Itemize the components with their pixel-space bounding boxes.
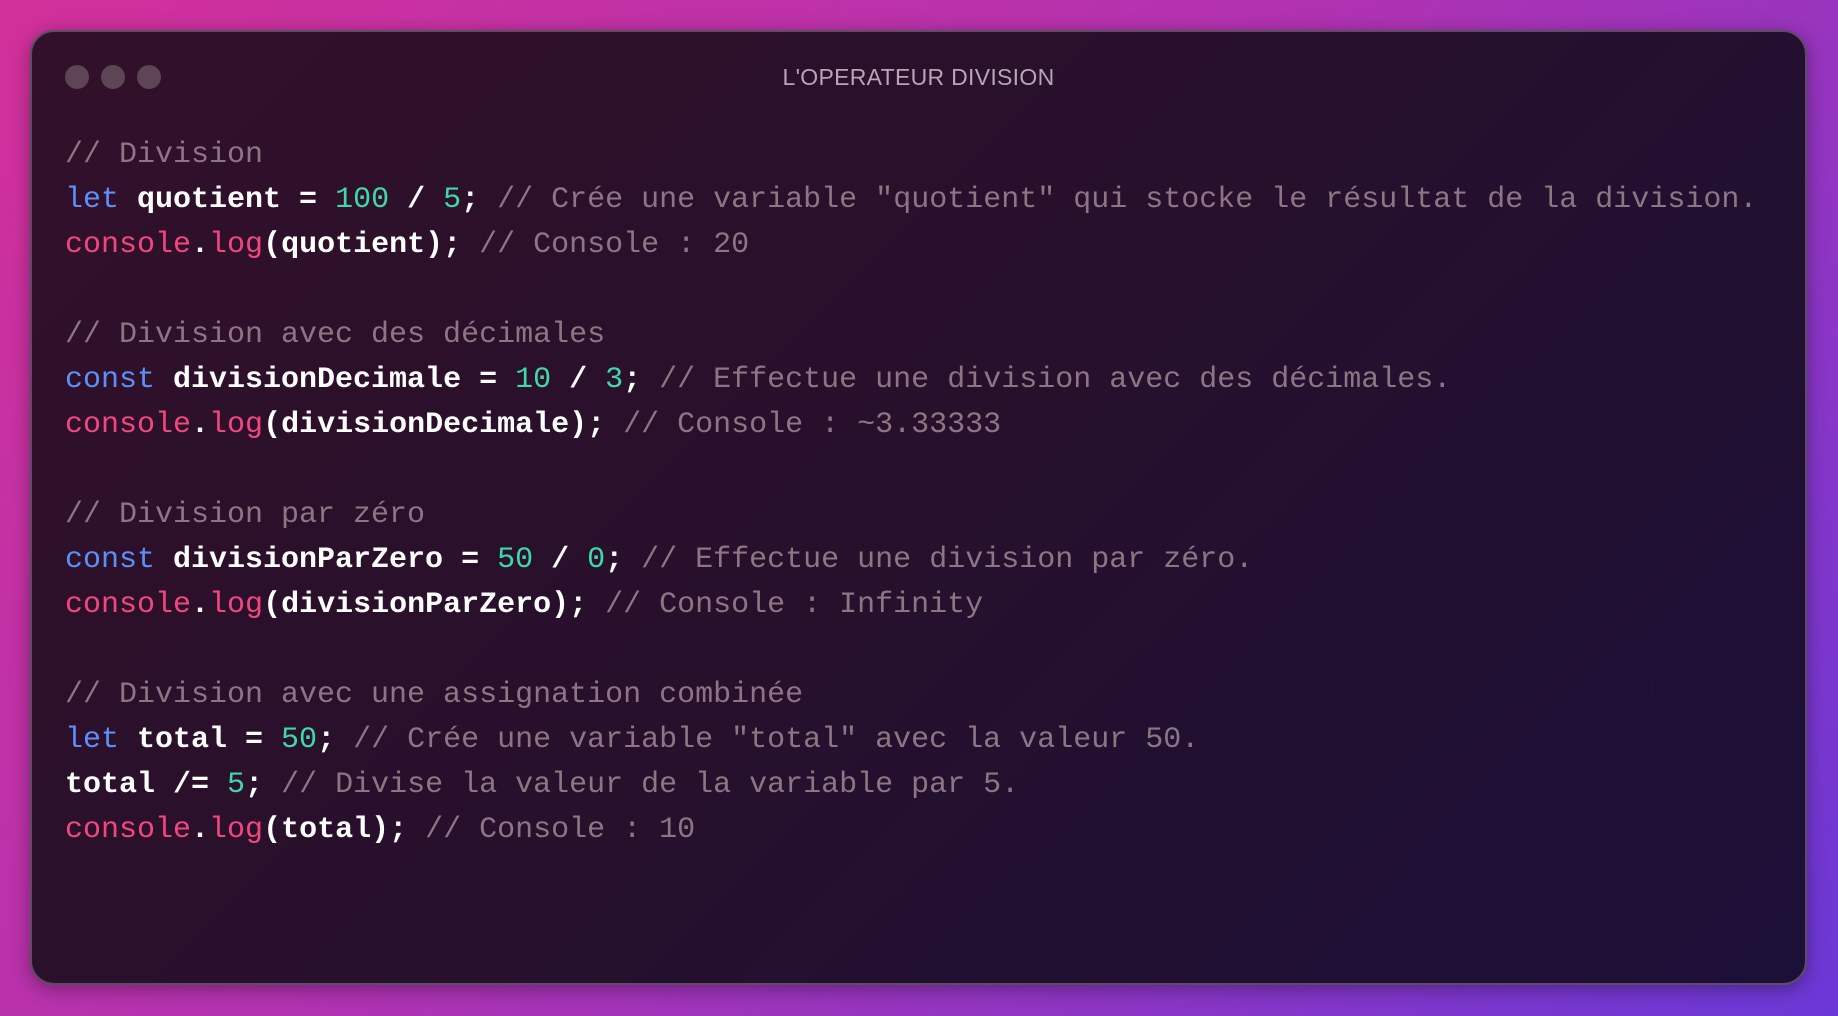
code-line: console.log(divisionParZero); // Console…: [65, 583, 1757, 628]
code-token-pl: ;: [245, 768, 282, 802]
code-token-fn: console: [65, 228, 192, 262]
code-token-fn: log: [209, 228, 264, 262]
code-line: // Division avec des décimales: [65, 313, 1757, 358]
code-token-cm: // Division avec une assignation combiné…: [65, 678, 804, 712]
code-token-num: 3: [605, 363, 624, 397]
code-line: let quotient = 100 / 5; // Crée une vari…: [65, 178, 1757, 223]
code-token-pl: quotient =: [119, 183, 336, 217]
code-line: // Division par zéro: [65, 493, 1757, 538]
code-line: console.log(divisionDecimale); // Consol…: [65, 403, 1757, 448]
code-token-pl: /: [389, 183, 444, 217]
code-line: total /= 5; // Divise la valeur de la va…: [65, 763, 1757, 808]
code-token-pl: (divisionParZero);: [263, 588, 606, 622]
code-token-kw: const: [65, 363, 156, 397]
code-line: const divisionParZero = 50 / 0; // Effec…: [65, 538, 1757, 583]
code-token-num: 50: [497, 543, 534, 577]
code-token-cm: // Division avec des décimales: [65, 318, 606, 352]
code-token-kw: let: [65, 183, 120, 217]
code-token-cm: // Console : 20: [479, 228, 750, 262]
code-line: let total = 50; // Crée une variable "to…: [65, 718, 1757, 763]
code-token-fn: console: [65, 408, 192, 442]
code-token-cm: // Divise la valeur de la variable par 5…: [281, 768, 1020, 802]
code-line: const divisionDecimale = 10 / 3; // Effe…: [65, 358, 1757, 403]
code-token-pl: ;: [317, 723, 354, 757]
code-token-fn: console: [65, 813, 192, 847]
code-token-fn: log: [209, 813, 264, 847]
code-line: // Division: [65, 133, 1757, 178]
code-token-pl: /: [533, 543, 588, 577]
code-token-pl: (total);: [263, 813, 426, 847]
code-token-pl: ;: [605, 543, 642, 577]
code-token-pl: .: [191, 408, 210, 442]
code-token-pl: total =: [119, 723, 282, 757]
code-token-cm: // Crée une variable "quotient" qui stoc…: [497, 183, 1758, 217]
code-token-num: 50: [281, 723, 318, 757]
code-token-fn: log: [209, 408, 264, 442]
code-window: L'OPERATEUR DIVISION // Division let quot…: [30, 30, 1807, 985]
code-token-cm: // Effectue une division avec des décima…: [659, 363, 1452, 397]
code-token-cm: // Console : Infinity: [605, 588, 984, 622]
code-token-cm: // Division par zéro: [65, 498, 426, 532]
code-token-cm: // Effectue une division par zéro.: [641, 543, 1254, 577]
code-token-pl: .: [191, 228, 210, 262]
code-token-kw: const: [65, 543, 156, 577]
code-token-pl: ;: [623, 363, 660, 397]
code-block: // Division let quotient = 100 / 5; // Cr…: [65, 133, 1757, 853]
code-token-cm: // Console : 10: [425, 813, 696, 847]
code-line: console.log(quotient); // Console : 20: [65, 223, 1757, 268]
code-token-cm: // Console : ~3.33333: [623, 408, 1002, 442]
window-title: L'OPERATEUR DIVISION: [782, 64, 1055, 90]
code-token-pl: /: [551, 363, 606, 397]
code-token-num: 5: [443, 183, 462, 217]
code-token-cm: // Division: [65, 138, 264, 172]
code-line: console.log(total); // Console : 10: [65, 808, 1757, 853]
code-token-cm: // Crée une variable "total" avec la val…: [353, 723, 1200, 757]
code-token-num: 10: [515, 363, 552, 397]
code-token-num: 100: [335, 183, 390, 217]
code-token-num: 0: [587, 543, 606, 577]
code-token-pl: (divisionDecimale);: [263, 408, 624, 442]
code-token-fn: console: [65, 588, 192, 622]
code-token-fn: log: [209, 588, 264, 622]
code-line: // Division avec une assignation combiné…: [65, 673, 1757, 718]
code-token-pl: (quotient);: [263, 228, 480, 262]
code-token-pl: total /=: [65, 768, 228, 802]
code-token-pl: .: [191, 813, 210, 847]
code-token-pl: ;: [461, 183, 498, 217]
code-token-kw: let: [65, 723, 120, 757]
code-token-num: 5: [227, 768, 246, 802]
code-token-pl: .: [191, 588, 210, 622]
code-token-pl: divisionParZero =: [155, 543, 498, 577]
code-token-pl: divisionDecimale =: [155, 363, 516, 397]
